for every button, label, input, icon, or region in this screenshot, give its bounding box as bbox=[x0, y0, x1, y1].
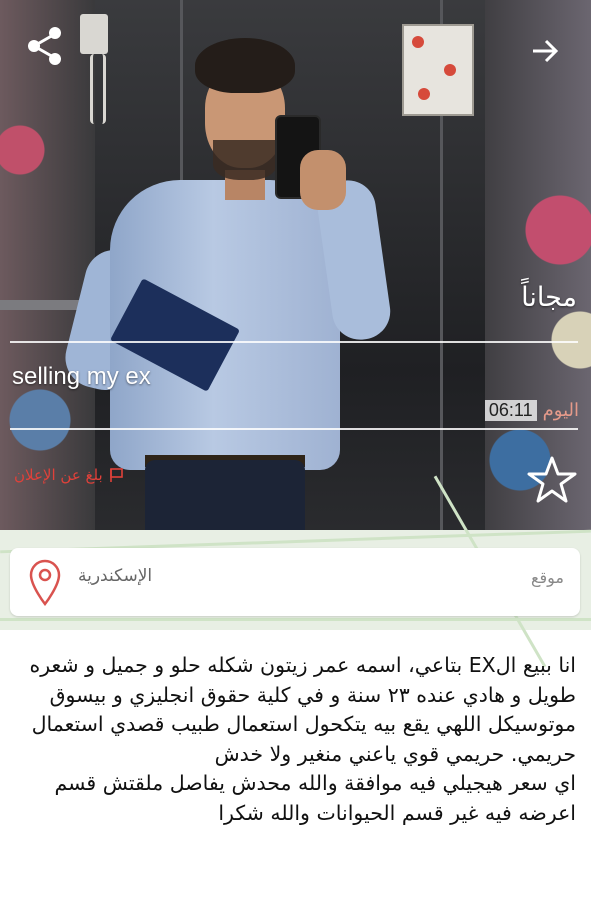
share-icon[interactable] bbox=[24, 24, 66, 68]
location-label: موقع bbox=[531, 568, 564, 587]
post-time: اليوم 06:11 bbox=[484, 397, 579, 423]
listing-description: انا ببيع الEX بتاعي، اسمه عمر زيتون شكله… bbox=[29, 653, 576, 825]
person-figure bbox=[59, 30, 394, 530]
forward-arrow-icon[interactable] bbox=[530, 36, 560, 66]
divider bbox=[10, 341, 578, 343]
flag-icon bbox=[109, 468, 123, 482]
star-icon[interactable] bbox=[526, 455, 578, 505]
report-ad-link[interactable]: بلغ عن الإعلان bbox=[14, 466, 125, 484]
location-pin-icon bbox=[29, 559, 61, 606]
location-city: الإسكندرية bbox=[78, 566, 153, 586]
post-time-value: 06:11 bbox=[484, 399, 537, 421]
location-card[interactable]: الإسكندرية موقع bbox=[10, 548, 580, 616]
listing-title: selling my ex bbox=[12, 363, 151, 390]
report-ad-label: بلغ عن الإعلان bbox=[14, 466, 103, 484]
listing-photo: مجاناً selling my ex اليوم 06:11 بلغ عن … bbox=[0, 0, 591, 530]
post-time-label: اليوم bbox=[542, 399, 579, 420]
listing-price: مجاناً bbox=[521, 282, 577, 313]
elevator-sign bbox=[402, 24, 474, 116]
divider bbox=[10, 428, 578, 430]
